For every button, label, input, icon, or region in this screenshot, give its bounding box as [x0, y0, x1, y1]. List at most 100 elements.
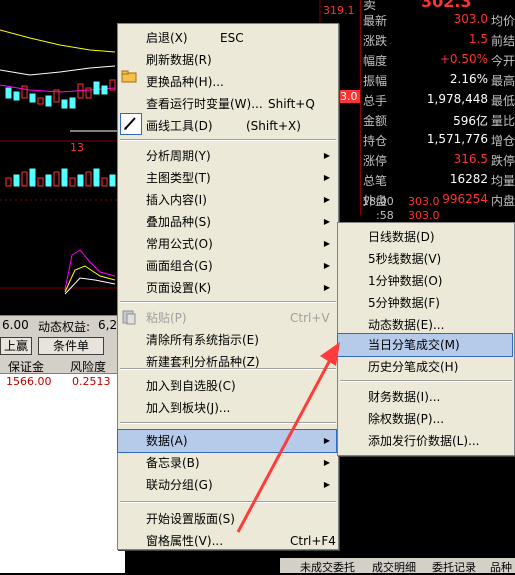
- menu-item-label: 画线工具(D): [146, 119, 213, 133]
- volume-bar: [101, 177, 108, 187]
- table-row[interactable]: 1566.00 0.2513: [0, 374, 125, 390]
- menu-separator: [340, 380, 512, 382]
- submenu-arrow-icon: ▶: [323, 458, 330, 467]
- submenu-arrow-icon: ▶: [323, 217, 330, 226]
- order-button-bar: 上赢 条件单: [0, 335, 125, 357]
- menu-item[interactable]: 新建套利分析品种(Z): [118, 351, 336, 373]
- quote-value: +0.50%: [439, 52, 488, 66]
- quote-label: 振幅: [363, 74, 388, 88]
- quote-value: 1.5: [468, 32, 488, 46]
- submenu-arrow-icon: ▶: [323, 436, 330, 445]
- quote-row: 金额 596亿 量比: [361, 112, 515, 132]
- submenu-item[interactable]: 除权数据(P)...: [338, 408, 512, 430]
- menu-item-label: 清除所有系统指示(E): [146, 333, 259, 347]
- submenu-item[interactable]: 当日分笔成交(M): [337, 333, 513, 357]
- submenu-item[interactable]: 财务数据(I)...: [338, 386, 512, 408]
- menu-item-shortcut: Ctrl+V: [290, 311, 330, 325]
- volume-bar: [21, 171, 28, 187]
- menu-item-label: 页面设置(K): [146, 281, 212, 295]
- quote-row: 总笔 16282 均量: [361, 172, 515, 192]
- menu-item[interactable]: 加入到自选股(C): [118, 375, 336, 397]
- submenu-item[interactable]: 日线数据(D): [338, 226, 512, 248]
- menu-item[interactable]: 页面设置(K) ▶: [118, 277, 336, 299]
- submenu-item[interactable]: 添加发行价数据(L)...: [338, 430, 512, 452]
- menu-separator: [120, 501, 336, 503]
- menu-item[interactable]: 开始设置版面(S): [118, 508, 336, 530]
- quote-label-right: 前结: [490, 34, 515, 48]
- volume-bar: [45, 174, 52, 187]
- submenu-item-label: 动态数据(E)...: [368, 318, 445, 332]
- menu-item-label: 刷新数据(R): [146, 53, 212, 67]
- quote-row: 涨停 316.5 跌停: [361, 152, 515, 172]
- submenu-item[interactable]: 5分钟数据(F): [338, 292, 512, 314]
- candle: [45, 95, 52, 107]
- candle: [37, 97, 44, 105]
- menu-item[interactable]: 联动分组(G) ▶: [118, 474, 336, 496]
- quote-label: 涨跌: [363, 34, 388, 48]
- menu-separator: [120, 139, 336, 141]
- menu-item-label: 开始设置版面(S): [146, 512, 235, 526]
- volume-bar: [53, 171, 60, 187]
- menu-item-shortcut: ESC: [220, 31, 244, 45]
- menu-item[interactable]: 画线工具(D) (Shift+X): [118, 115, 336, 137]
- quote-label-right: 今开: [490, 54, 515, 68]
- menu-item[interactable]: 分析周期(Y) ▶: [118, 145, 336, 167]
- menu-item[interactable]: 画面组合(G) ▶: [118, 255, 336, 277]
- submenu-item[interactable]: 1分钟数据(O): [338, 270, 512, 292]
- menu-item[interactable]: 主图类型(T) ▶: [118, 167, 336, 189]
- tick-time: :58: [376, 209, 394, 222]
- menu-item[interactable]: 插入内容(I) ▶: [118, 189, 336, 211]
- quote-label-right: 跌停: [490, 154, 515, 168]
- quote-value: 2.16%: [449, 72, 488, 86]
- quote-row: 幅度 +0.50% 今开: [361, 52, 515, 72]
- column-header-margin[interactable]: 保证金: [8, 358, 44, 375]
- menu-item[interactable]: 清除所有系统指示(E): [118, 329, 336, 351]
- submenu-item[interactable]: 5秒线数据(V): [338, 248, 512, 270]
- submenu-item[interactable]: 历史分笔成交(H): [338, 356, 512, 378]
- menu-item-label: 新建套利分析品种(Z): [146, 355, 260, 369]
- quote-value: 1,571,776: [426, 132, 488, 146]
- menu-item-label: 叠加品种(S): [146, 215, 211, 229]
- submenu-arrow-icon: ▶: [323, 239, 330, 248]
- menu-item[interactable]: 更换品种(H)...: [118, 71, 336, 93]
- submenu-arrow-icon: ▶: [323, 195, 330, 204]
- volume-bar: [69, 177, 76, 187]
- quote-label: 幅度: [363, 54, 388, 68]
- quote-label: 金额: [363, 114, 388, 128]
- quote-label-right: 均量: [490, 174, 515, 188]
- menu-item[interactable]: 启退(X) ESC: [118, 27, 336, 49]
- column-header-risk[interactable]: 风险度: [70, 358, 106, 375]
- quote-row: 涨跌 1.5 前结: [361, 32, 515, 52]
- volume-bar: [109, 174, 116, 187]
- menu-item-label: 备忘录(B): [146, 456, 200, 470]
- conditional-order-button[interactable]: 条件单: [38, 337, 104, 355]
- volume-bar: [13, 174, 20, 187]
- menu-item-label: 更换品种(H)...: [146, 75, 224, 89]
- menu-item[interactable]: 查看运行时变量(W)... Shift+Q: [118, 93, 336, 115]
- candle: [93, 81, 100, 95]
- tick-list: 18:00 303.0 :58 303.0: [360, 195, 515, 225]
- take-profit-button[interactable]: 上赢: [0, 337, 32, 355]
- volume-bar: [29, 168, 36, 187]
- volume-bar: [70, 130, 120, 132]
- submenu-arrow-icon: ▶: [323, 283, 330, 292]
- price-label-top: 319.1: [323, 4, 355, 17]
- menu-item-label: 插入内容(I): [146, 193, 207, 207]
- menu-item[interactable]: 叠加品种(S) ▶: [118, 211, 336, 233]
- quote-row: 最新 303.0 均价: [361, 12, 515, 32]
- menu-item[interactable]: 粘贴(P) Ctrl+V: [118, 307, 336, 329]
- submenu-item[interactable]: 动态数据(E)...: [338, 314, 512, 336]
- menu-item[interactable]: 数据(A) ▶: [117, 429, 337, 453]
- volume-bar: [85, 171, 92, 187]
- menu-item[interactable]: 备忘录(B) ▶: [118, 452, 336, 474]
- quote-value: 596亿: [453, 114, 488, 128]
- left-value: 6.00: [2, 318, 29, 332]
- submenu-item-label: 5分钟数据(F): [368, 296, 440, 310]
- date-label: 13: [70, 141, 84, 154]
- menu-item[interactable]: 加入到板块(J)...: [118, 397, 336, 419]
- menu-item[interactable]: 常用公式(O) ▶: [118, 233, 336, 255]
- quote-panel: 卖 302.3 最新 303.0 均价 涨跌 1.5 前结 幅度 +0.50% 今开 振幅 2.16…: [360, 0, 515, 215]
- menu-item[interactable]: 刷新数据(R): [118, 49, 336, 71]
- menu-item[interactable]: 窗格属性(V)... Ctrl+F4: [118, 530, 336, 552]
- submenu-item-label: 除权数据(P)...: [368, 412, 445, 426]
